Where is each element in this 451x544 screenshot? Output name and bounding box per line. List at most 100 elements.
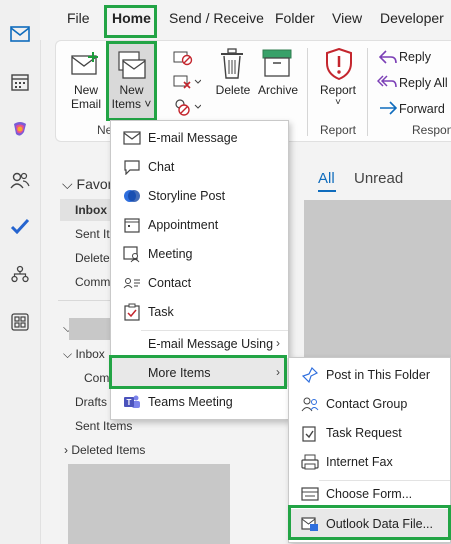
clean-up-icon[interactable] <box>173 74 202 93</box>
filter-unread-tab[interactable]: Unread <box>354 170 403 187</box>
favorite-comm[interactable]: Comm <box>75 275 110 289</box>
new-email-label-1: New <box>73 83 98 97</box>
home-tab-highlight <box>104 5 157 38</box>
folder-sent-items[interactable]: Sent Items <box>75 419 132 433</box>
favorite-inbox[interactable]: Inbox <box>75 203 107 217</box>
menu-meeting[interactable]: Meeting <box>111 239 288 268</box>
submenu-contact-group[interactable]: Contact Group <box>289 389 450 418</box>
contact-card-icon <box>123 274 141 292</box>
forward-icon <box>379 100 398 119</box>
ignore-icon[interactable] <box>173 50 193 69</box>
calendar-icon[interactable] <box>8 70 32 94</box>
mail-icon[interactable] <box>8 22 32 46</box>
submenu-task-request[interactable]: Task Request <box>289 418 450 447</box>
delete-button[interactable]: Delete <box>212 83 254 97</box>
app-rail <box>0 0 41 544</box>
submenu-post-in-folder-label: Post in This Folder <box>326 368 430 382</box>
account-name-redacted <box>69 318 110 340</box>
meeting-icon <box>123 245 141 263</box>
favorite-deleted-items[interactable]: Delete <box>75 251 110 265</box>
menu-email-message-using-label: E-mail Message Using <box>148 337 274 351</box>
forward-button[interactable]: Forward <box>399 102 445 116</box>
archive-icon <box>262 49 292 80</box>
new-email-button[interactable]: New Email <box>66 83 106 111</box>
folder-list-redacted <box>68 464 230 544</box>
menu-chat[interactable]: Chat <box>111 152 288 181</box>
tab-developer[interactable]: Developer <box>380 10 444 26</box>
folder-inbox-child[interactable]: Com <box>84 371 109 385</box>
todo-icon[interactable] <box>8 214 32 238</box>
submenu-choose-form[interactable]: Choose Form... <box>289 479 450 508</box>
menu-storyline-post[interactable]: Storyline Post <box>111 181 288 210</box>
folder-drafts[interactable]: Drafts <box>75 395 107 409</box>
report-button[interactable]: Report ˅ <box>315 83 361 108</box>
people-icon[interactable] <box>8 168 32 192</box>
svg-text:T: T <box>127 398 132 407</box>
archive-button[interactable]: Archive <box>256 83 300 97</box>
contact-group-icon <box>301 395 319 413</box>
reply-button[interactable]: Reply <box>399 50 431 64</box>
outlook-data-file-highlight <box>288 505 451 540</box>
submenu-contact-group-label: Contact Group <box>326 397 408 411</box>
storyline-icon <box>123 187 141 205</box>
tab-folder[interactable]: Folder <box>275 10 315 26</box>
favorites-header[interactable]: ⌵ Favor <box>62 176 112 193</box>
menu-contact-label: Contact <box>148 276 192 290</box>
folder-deleted-items[interactable]: › Deleted Items <box>64 443 145 457</box>
respond-group-label: Respon <box>412 123 451 137</box>
new-items-label-1: New <box>119 83 144 97</box>
filter-all-underline <box>318 190 336 192</box>
menu-email-message[interactable]: E-mail Message <box>111 123 288 152</box>
menu-appointment-label: Appointment <box>148 218 219 232</box>
new-items-label-2: Items ˅ <box>111 97 152 111</box>
submenu-internet-fax[interactable]: Internet Fax <box>289 447 450 476</box>
envelope-icon <box>123 129 141 147</box>
copilot-icon[interactable] <box>8 118 32 142</box>
report-dropdown-arrow: ˅ <box>335 97 341 108</box>
menu-contact[interactable]: Contact <box>111 268 288 297</box>
menu-appointment[interactable]: Appointment <box>111 210 288 239</box>
submenu-choose-form-label: Choose Form... <box>326 487 413 501</box>
report-shield-icon <box>325 47 353 83</box>
chevron-down-icon: ⌵ <box>62 176 77 192</box>
submenu-internet-fax-label: Internet Fax <box>326 455 393 469</box>
tab-file[interactable]: File <box>67 10 90 26</box>
org-explorer-icon[interactable] <box>8 262 32 286</box>
task-icon <box>123 303 141 321</box>
favorites-label: Favor <box>76 176 113 192</box>
message-list-redacted <box>304 200 451 358</box>
chevron-right-icon: › <box>64 443 68 457</box>
inbox-label: Inbox <box>75 347 105 361</box>
post-icon <box>301 366 319 384</box>
folder-inbox[interactable]: ⌵ Inbox <box>63 347 105 362</box>
junk-icon[interactable] <box>173 98 202 119</box>
teams-icon: T <box>123 393 141 411</box>
tab-view[interactable]: View <box>332 10 362 26</box>
menu-task[interactable]: Task <box>111 297 288 326</box>
filter-all-tab[interactable]: All <box>318 170 335 187</box>
tab-send-receive[interactable]: Send / Receive <box>169 10 264 26</box>
apps-icon[interactable] <box>8 310 32 334</box>
more-items-highlight <box>109 355 287 389</box>
chevron-right-icon: › <box>276 336 280 350</box>
pane-divider <box>58 300 110 301</box>
submenu-post-in-folder[interactable]: Post in This Folder <box>289 360 450 389</box>
reply-all-button[interactable]: Reply All <box>399 76 448 90</box>
calendar-icon <box>123 216 141 234</box>
submenu-task-request-label: Task Request <box>326 426 402 440</box>
trash-icon <box>219 48 245 83</box>
reply-all-icon <box>376 74 397 93</box>
menu-teams-meeting-label: Teams Meeting <box>148 395 233 409</box>
new-email-icon <box>71 50 101 81</box>
menu-chat-label: Chat <box>148 160 175 174</box>
menu-email-message-using[interactable]: E-mail Message Using › <box>111 329 288 358</box>
chevron-down-icon: ⌵ <box>63 347 73 361</box>
ribbon-separator-2 <box>367 48 368 136</box>
fax-icon <box>301 453 319 471</box>
deleted-items-label: Deleted Items <box>71 443 146 457</box>
menu-task-label: Task <box>148 305 174 319</box>
menu-teams-meeting[interactable]: T Teams Meeting <box>111 387 288 416</box>
form-icon <box>301 485 319 503</box>
ribbon-separator <box>307 48 308 136</box>
report-label: Report <box>319 83 357 97</box>
